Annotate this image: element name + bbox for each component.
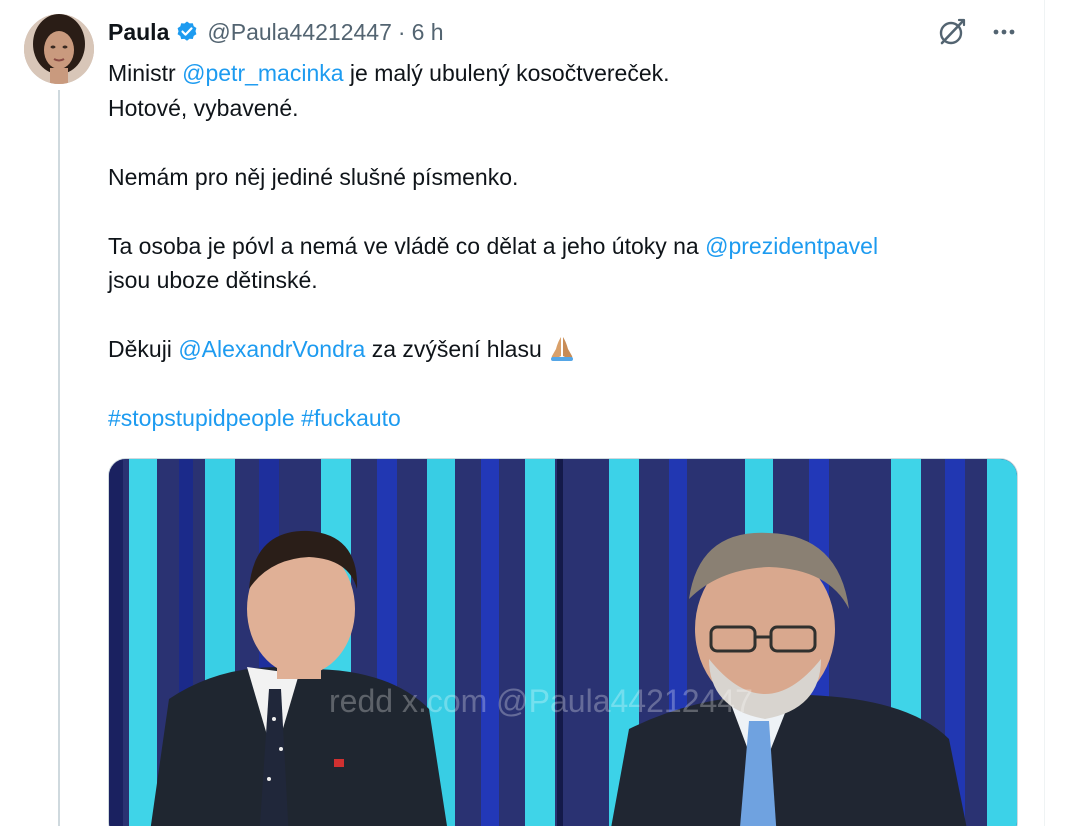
header-separator: · — [397, 18, 406, 45]
more-icon[interactable] — [988, 16, 1020, 48]
tweet-line-6: Děkuji @AlexandrVondra za zvýšení hlasu — [108, 332, 1018, 367]
text-segment: je malý ubulený kosočtvereček. — [343, 60, 670, 86]
folded-hands-emoji-icon — [548, 336, 576, 362]
text-segment: Ministr — [108, 60, 183, 86]
tweet-text: Ministr @petr_macinka je malý ubulený ko… — [108, 56, 1018, 436]
mention-link[interactable]: @prezidentpavel — [705, 233, 878, 259]
hashtag-link[interactable]: #stopstupidpeople — [108, 405, 295, 431]
text-segment: Děkuji — [108, 336, 179, 362]
avatar[interactable] — [24, 14, 94, 84]
thread-line — [58, 90, 60, 826]
tweet-hashtags: #stopstupidpeople #fuckauto — [108, 401, 1018, 436]
grok-icon[interactable] — [936, 16, 968, 48]
author-name[interactable]: Paula — [108, 19, 169, 46]
mention-link[interactable]: @petr_macinka — [182, 60, 343, 86]
tweet-line-1: Ministr @petr_macinka je malý ubulený ko… — [108, 56, 1018, 91]
author-handle[interactable]: @Paula44212447 — [207, 19, 392, 46]
timestamp[interactable]: 6 h — [412, 19, 444, 46]
text-segment: za zvýšení hlasu — [365, 336, 542, 362]
tweet-header: Paula @Paula44212447 · 6 h — [108, 17, 444, 47]
media-video[interactable]: redd x.com @Paula44212447 — [108, 458, 1018, 826]
hashtag-link[interactable]: #fuckauto — [301, 405, 401, 431]
mention-link[interactable]: @AlexandrVondra — [178, 336, 365, 362]
tweet-line-2: Hotové, vybavené. — [108, 94, 299, 121]
tweet-line-3: Nemám pro něj jediné slušné písmenko. — [108, 163, 519, 190]
tweet-line-5: jsou uboze dětinské. — [108, 267, 318, 293]
video-watermark: redd x.com @Paula44212447 — [329, 683, 753, 719]
text-segment: Ta osoba je póvl a nemá ve vládě co děla… — [108, 232, 706, 259]
tweet-line-4: Ta osoba je póvl a nemá ve vládě co děla… — [108, 229, 1018, 264]
tweet-actions — [936, 16, 1020, 48]
verified-badge-icon — [175, 20, 199, 44]
column-divider — [1044, 0, 1045, 826]
